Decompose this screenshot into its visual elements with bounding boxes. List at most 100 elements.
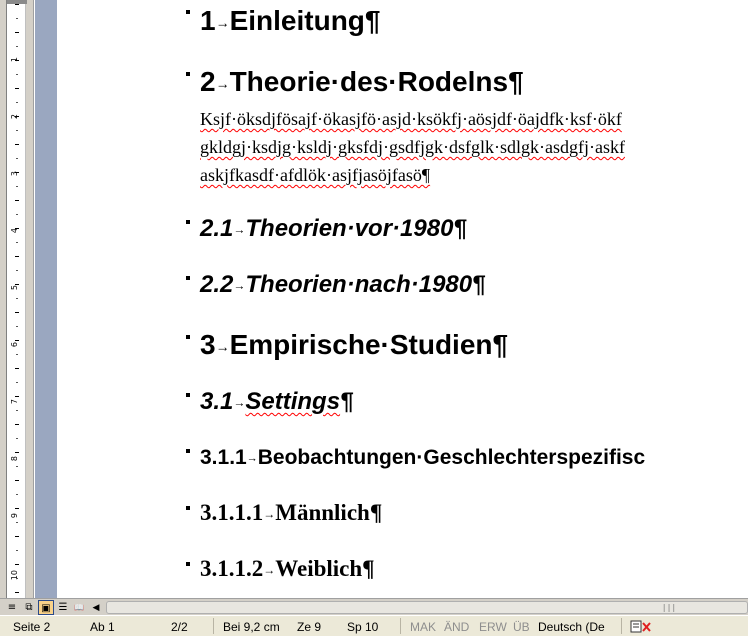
ruler-tick <box>15 368 19 369</box>
ruler-tick <box>15 116 19 117</box>
vertical-ruler[interactable]: 1234567891011 <box>0 0 34 636</box>
paragraph-mark <box>186 506 190 510</box>
heading-3-1-1-1[interactable]: 3.1.1.1→Männlich¶ <box>200 500 382 526</box>
ruler-tick <box>16 18 18 19</box>
chevron-left-icon: ◀ <box>92 602 100 612</box>
heading-2-2[interactable]: 2.2→Theorien·nach·1980¶ <box>200 271 485 299</box>
ruler-tick <box>15 536 19 537</box>
reading-layout-icon: 📖 <box>74 603 84 612</box>
ruler-tick <box>16 270 18 271</box>
ruler-tick <box>15 312 19 313</box>
status-pages[interactable]: 2/2 <box>171 620 188 634</box>
body-line[interactable]: askjfkasdf·afdlök·asjfjasöjfasö¶ <box>200 164 430 187</box>
ruler-tick <box>16 130 18 131</box>
ruler-tick <box>16 354 18 355</box>
ruler-tick <box>16 46 18 47</box>
outline-view-button[interactable]: ☰ <box>55 600 71 615</box>
status-position[interactable]: Bei 9,2 cm <box>223 620 280 634</box>
paragraph-mark <box>186 10 190 14</box>
ruler-tick <box>15 592 19 593</box>
ruler-tick <box>15 4 19 5</box>
web-layout-icon: ⧉ <box>25 602 33 613</box>
status-separator <box>621 618 622 634</box>
ruler-tick <box>16 186 18 187</box>
status-page[interactable]: Seite 2 <box>13 620 50 634</box>
paragraph-mark <box>186 562 190 566</box>
ruler-tick <box>16 438 18 439</box>
status-separator <box>213 618 214 634</box>
normal-view-icon: ≡ <box>7 602 17 613</box>
paragraph-mark <box>186 276 190 280</box>
print-layout-view-button[interactable]: ▣ <box>38 600 54 615</box>
heading-2-1[interactable]: 2.1→Theorien·vor·1980¶ <box>200 215 467 243</box>
ruler-track: 1234567891011 <box>6 0 27 636</box>
ruler-tick <box>15 88 19 89</box>
web-layout-view-button[interactable]: ⧉ <box>21 600 37 615</box>
scrollbar-grip-icon[interactable]: ||| <box>659 603 679 612</box>
status-separator <box>400 618 401 634</box>
status-extend[interactable]: ERW <box>479 620 507 634</box>
outline-view-icon: ☰ <box>58 602 68 613</box>
ruler-number: 6 <box>10 342 19 348</box>
normal-view-button[interactable]: ≡ <box>4 600 20 615</box>
heading-3-1[interactable]: 3.1→Settings¶ <box>200 388 353 416</box>
ruler-number: 8 <box>10 456 19 462</box>
ruler-tick <box>15 480 19 481</box>
ruler-tick <box>15 256 19 257</box>
status-macro-recording[interactable]: MAK <box>410 620 436 634</box>
ruler-tick <box>16 550 18 551</box>
ruler-tick <box>15 396 19 397</box>
ruler-tick <box>15 340 19 341</box>
ruler-number: 9 <box>10 513 19 519</box>
ruler-tick <box>15 228 19 229</box>
ruler-tick <box>16 410 18 411</box>
document-page[interactable]: 1→Einleitung¶ 2→Theorie·des·Rodelns¶ Ksj… <box>57 0 748 598</box>
ruler-tick <box>15 144 19 145</box>
ruler-tick <box>16 522 18 523</box>
ruler-tick <box>16 158 18 159</box>
heading-3-1-1[interactable]: 3.1.1→Beobachtungen·Geschlechterspezifis… <box>200 446 645 470</box>
ruler-tick <box>16 102 18 103</box>
ruler-tick <box>15 172 19 173</box>
status-overtype[interactable]: ÜB <box>513 620 530 634</box>
paragraph-mark <box>186 335 190 339</box>
ruler-tick <box>16 466 18 467</box>
paragraph-mark <box>186 393 190 397</box>
ruler-tick <box>15 200 19 201</box>
ruler-tick <box>16 326 18 327</box>
heading-3-empirische[interactable]: 3→Empirische·Studien¶ <box>200 329 508 361</box>
ruler-tick <box>16 382 18 383</box>
ruler-tick <box>16 74 18 75</box>
scroll-left-button[interactable]: ◀ <box>88 600 104 615</box>
ruler-tick <box>15 452 19 453</box>
horizontal-scrollbar[interactable]: ||| <box>106 601 748 614</box>
ruler-tick <box>16 298 18 299</box>
heading-1-einleitung[interactable]: 1→Einleitung¶ <box>200 5 380 37</box>
paragraph-mark <box>186 220 190 224</box>
reading-layout-view-button[interactable]: 📖 <box>71 600 87 615</box>
status-track-changes[interactable]: ÄND <box>444 620 469 634</box>
ruler-tick <box>15 424 19 425</box>
ruler-tick <box>16 578 18 579</box>
status-line[interactable]: Ze 9 <box>297 620 321 634</box>
body-line[interactable]: Ksjf·öksdjfösajf·ökasjfö·asjd·ksökfj·aös… <box>200 108 622 131</box>
page-left-margin <box>35 0 57 598</box>
ruler-number: 7 <box>10 399 19 405</box>
body-line[interactable]: gkldgj·ksdjg·ksldj·gksfdj·gsdfjgk·dsfglk… <box>200 136 625 159</box>
status-bar: Seite 2 Ab 1 2/2 Bei 9,2 cm Ze 9 Sp 10 M… <box>0 615 748 636</box>
status-section[interactable]: Ab 1 <box>90 620 115 634</box>
ruler-tick <box>15 508 19 509</box>
heading-3-1-1-2[interactable]: 3.1.1.2→Weiblich¶ <box>200 556 375 582</box>
spelling-grammar-status-icon[interactable] <box>629 619 653 634</box>
paragraph-mark <box>186 72 190 76</box>
ruler-tick <box>16 242 18 243</box>
heading-2-theorie[interactable]: 2→Theorie·des·Rodelns¶ <box>200 66 524 98</box>
print-layout-icon: ▣ <box>41 603 51 614</box>
status-language[interactable]: Deutsch (De <box>538 620 605 634</box>
ruler-number: 5 <box>10 285 19 291</box>
ruler-tick <box>15 284 19 285</box>
status-column[interactable]: Sp 10 <box>347 620 378 634</box>
horizontal-scrollbar-row: ≡ ⧉ ▣ ☰ 📖 ◀ ||| <box>0 598 748 615</box>
ruler-tick <box>15 32 19 33</box>
ruler-tick <box>16 494 18 495</box>
